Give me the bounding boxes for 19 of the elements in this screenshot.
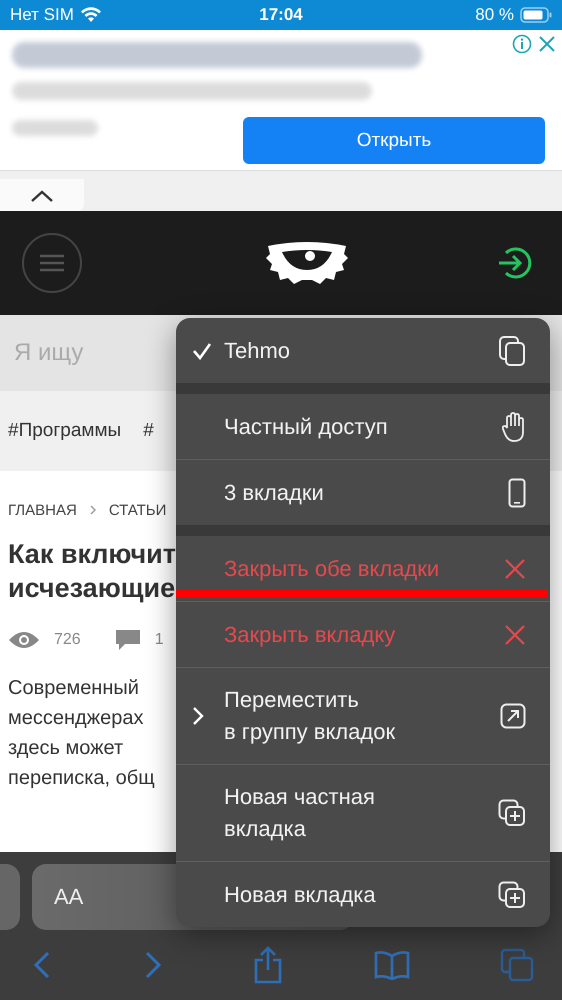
menu-item-label: Новая частная вкладка <box>224 783 376 843</box>
battery-text: 80 % <box>475 5 514 25</box>
menu-item-label: Закрыть вкладку <box>224 620 396 649</box>
article-title: исчезающие <box>8 572 176 605</box>
menu-item-label: 3 вкладки <box>224 478 325 506</box>
menu-item-label: Новая вкладка <box>224 880 377 908</box>
view-count: 726 <box>54 631 81 649</box>
menu-item-label: Переместить в группу вкладок <box>224 686 396 746</box>
clock-text: 17:04 <box>259 5 303 25</box>
comment-count: 1 <box>154 631 164 649</box>
menu-item-label: Частный доступ <box>224 412 389 441</box>
article-text: здесь может <box>8 736 124 761</box>
menu-item-label: Tehmo <box>224 336 292 364</box>
menu-item-label: Закрыть обе вкладки <box>224 554 440 583</box>
article-text: мессенджерах <box>8 706 144 731</box>
article-text: переписка, общ <box>8 766 155 791</box>
carrier-text: Нет SIM <box>10 5 74 25</box>
article-title: Как включит <box>8 538 176 571</box>
article-text: Современный <box>8 676 139 701</box>
